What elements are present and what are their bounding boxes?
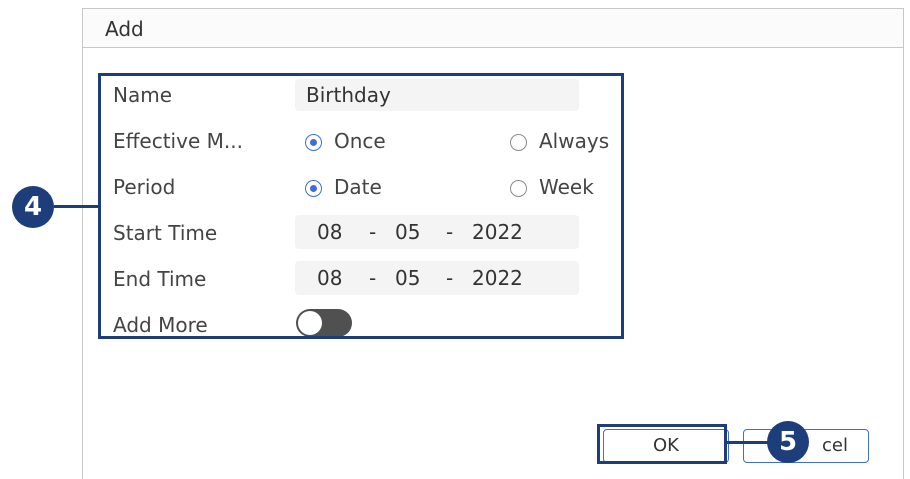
- callout-badge-5: 5: [767, 421, 809, 463]
- ok-callout-box: [597, 424, 727, 464]
- callout-badge-4: 4: [12, 186, 54, 228]
- dialog-header: Add: [83, 9, 903, 48]
- form-callout-box: [98, 73, 624, 339]
- form-callout-line: [54, 205, 100, 208]
- dialog-title: Add: [105, 17, 144, 41]
- ok-callout-line: [727, 441, 769, 444]
